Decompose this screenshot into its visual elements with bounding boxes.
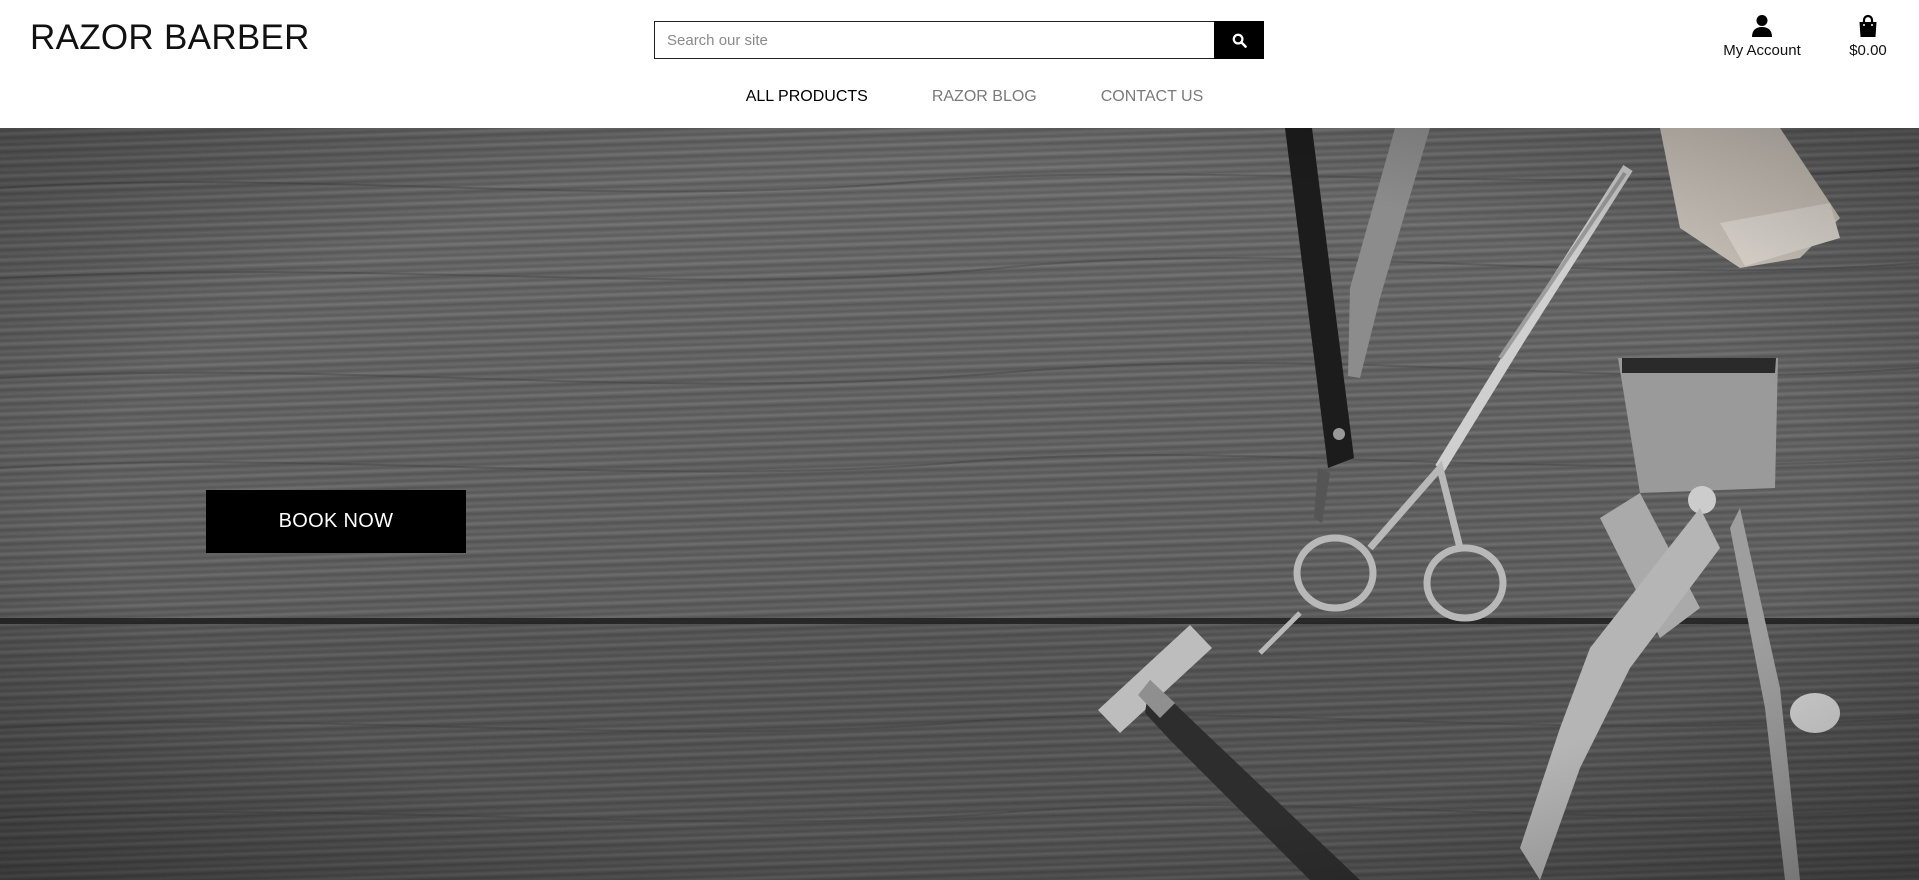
shopping-bag-icon: [1859, 14, 1877, 37]
search-button[interactable]: [1214, 21, 1264, 59]
user-icon: [1752, 15, 1772, 37]
hero-banner: BOOK NOW: [0, 128, 1919, 880]
nav-all-products[interactable]: ALL PRODUCTS: [746, 88, 868, 106]
search-form: [654, 21, 1264, 59]
book-now-button[interactable]: BOOK NOW: [206, 490, 466, 553]
my-account-label: My Account: [1723, 42, 1801, 59]
search-icon: [1232, 33, 1247, 48]
search-input[interactable]: [654, 21, 1214, 59]
nav-contact-us[interactable]: CONTACT US: [1101, 88, 1204, 106]
cart-link[interactable]: $0.00: [1840, 14, 1896, 59]
cart-total: $0.00: [1849, 42, 1887, 59]
main-nav: ALL PRODUCTS RAZOR BLOG CONTACT US: [0, 88, 1919, 106]
nav-razor-blog[interactable]: RAZOR BLOG: [932, 88, 1037, 106]
site-header: RAZOR BARBER My Account $0.00 ALL PRODUC…: [0, 0, 1919, 128]
my-account-link[interactable]: My Account: [1710, 14, 1814, 59]
site-logo[interactable]: RAZOR BARBER: [30, 18, 310, 58]
